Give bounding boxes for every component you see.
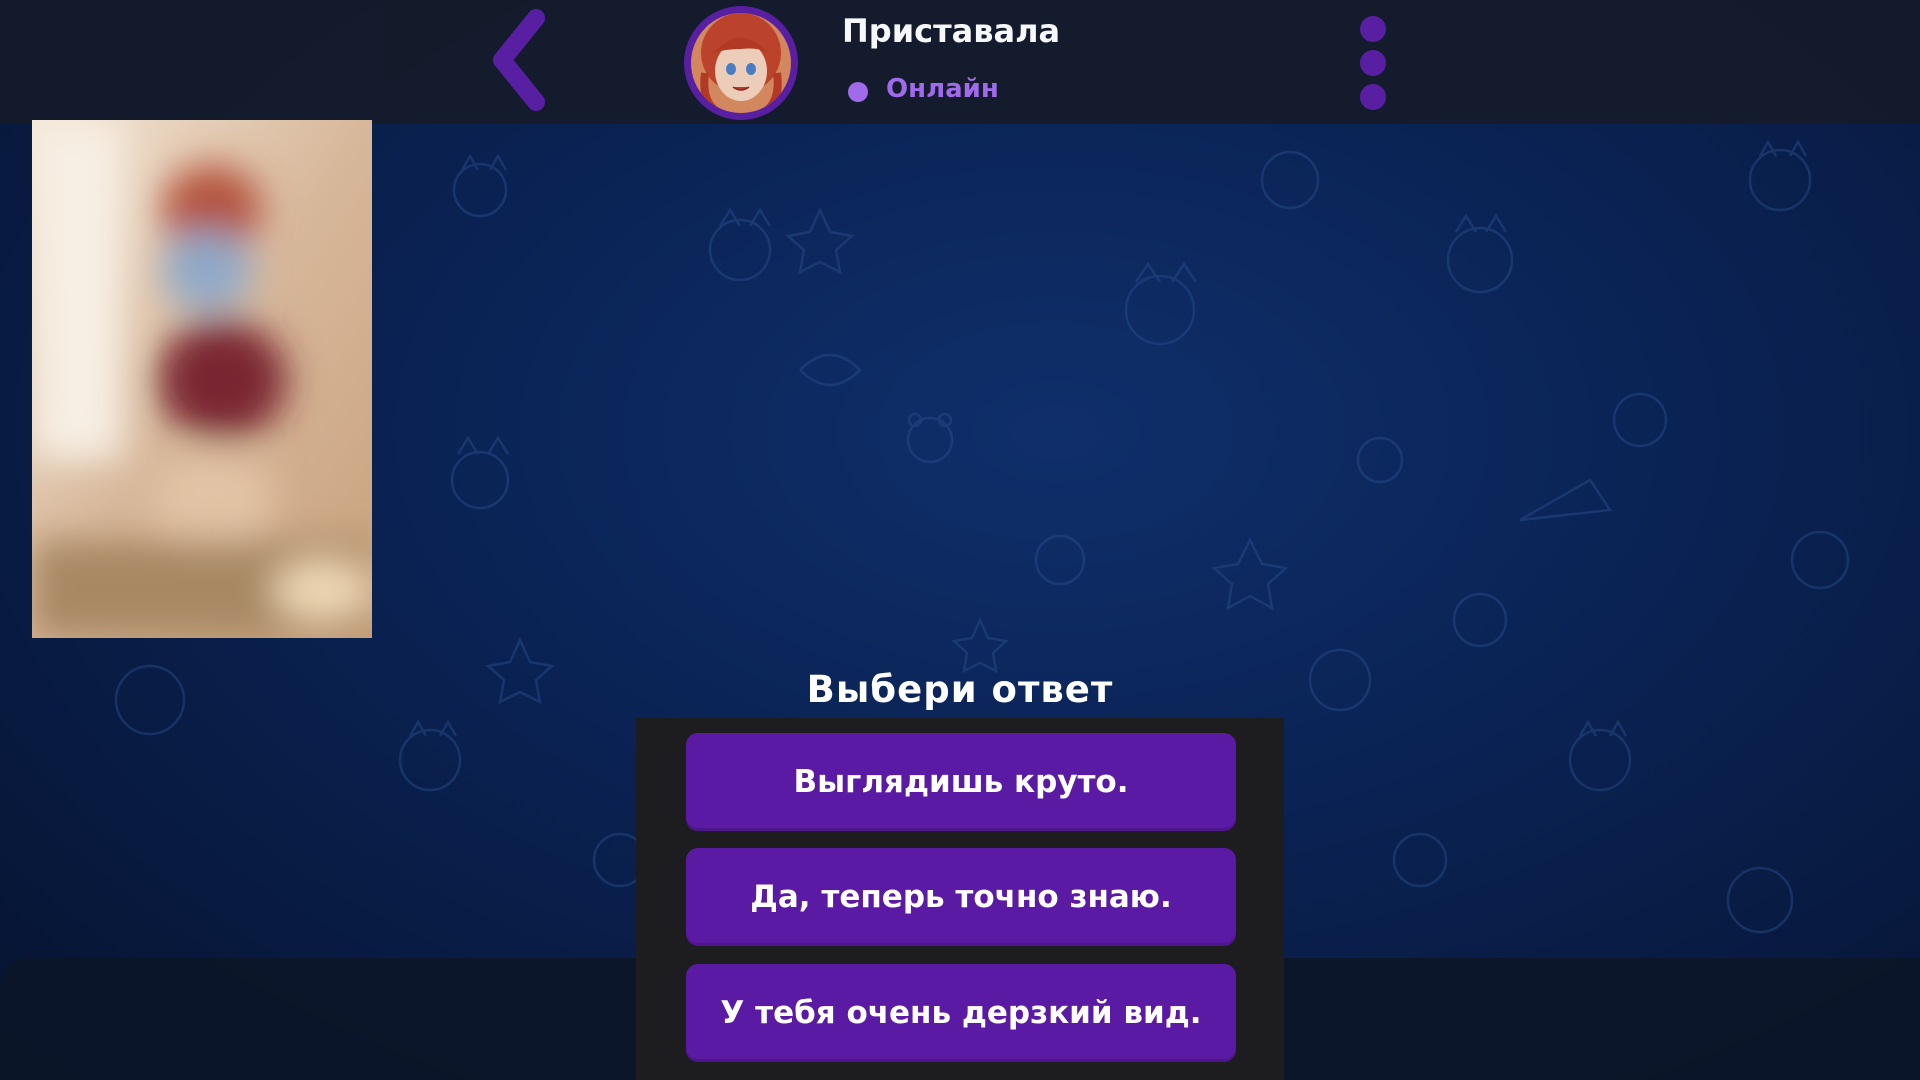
vertical-dots-icon — [1360, 84, 1386, 110]
blurred-photo-image — [32, 120, 372, 638]
vertical-dots-icon — [1360, 16, 1386, 42]
avatar[interactable] — [684, 6, 798, 120]
back-button[interactable] — [488, 8, 558, 112]
answer-option-button[interactable]: Да, теперь точно знаю. — [686, 848, 1236, 946]
choice-panel: Выглядишь круто. Да, теперь точно знаю. … — [636, 718, 1284, 1080]
answer-option-button[interactable]: Выглядишь круто. — [686, 733, 1236, 831]
more-options-button[interactable] — [1356, 14, 1388, 114]
blurred-photo[interactable] — [32, 120, 372, 638]
online-status-dot — [848, 82, 868, 102]
vertical-dots-icon — [1360, 50, 1386, 76]
choice-title: Выбери ответ — [806, 668, 1114, 711]
chevron-left-icon — [493, 9, 545, 111]
chat-header: Приставала Онлайн — [0, 0, 1920, 124]
answer-option-button[interactable]: У тебя очень дерзкий вид. — [686, 964, 1236, 1062]
avatar-image — [691, 13, 791, 113]
contact-name: Приставала — [842, 12, 1061, 50]
online-status-text: Онлайн — [886, 74, 999, 104]
